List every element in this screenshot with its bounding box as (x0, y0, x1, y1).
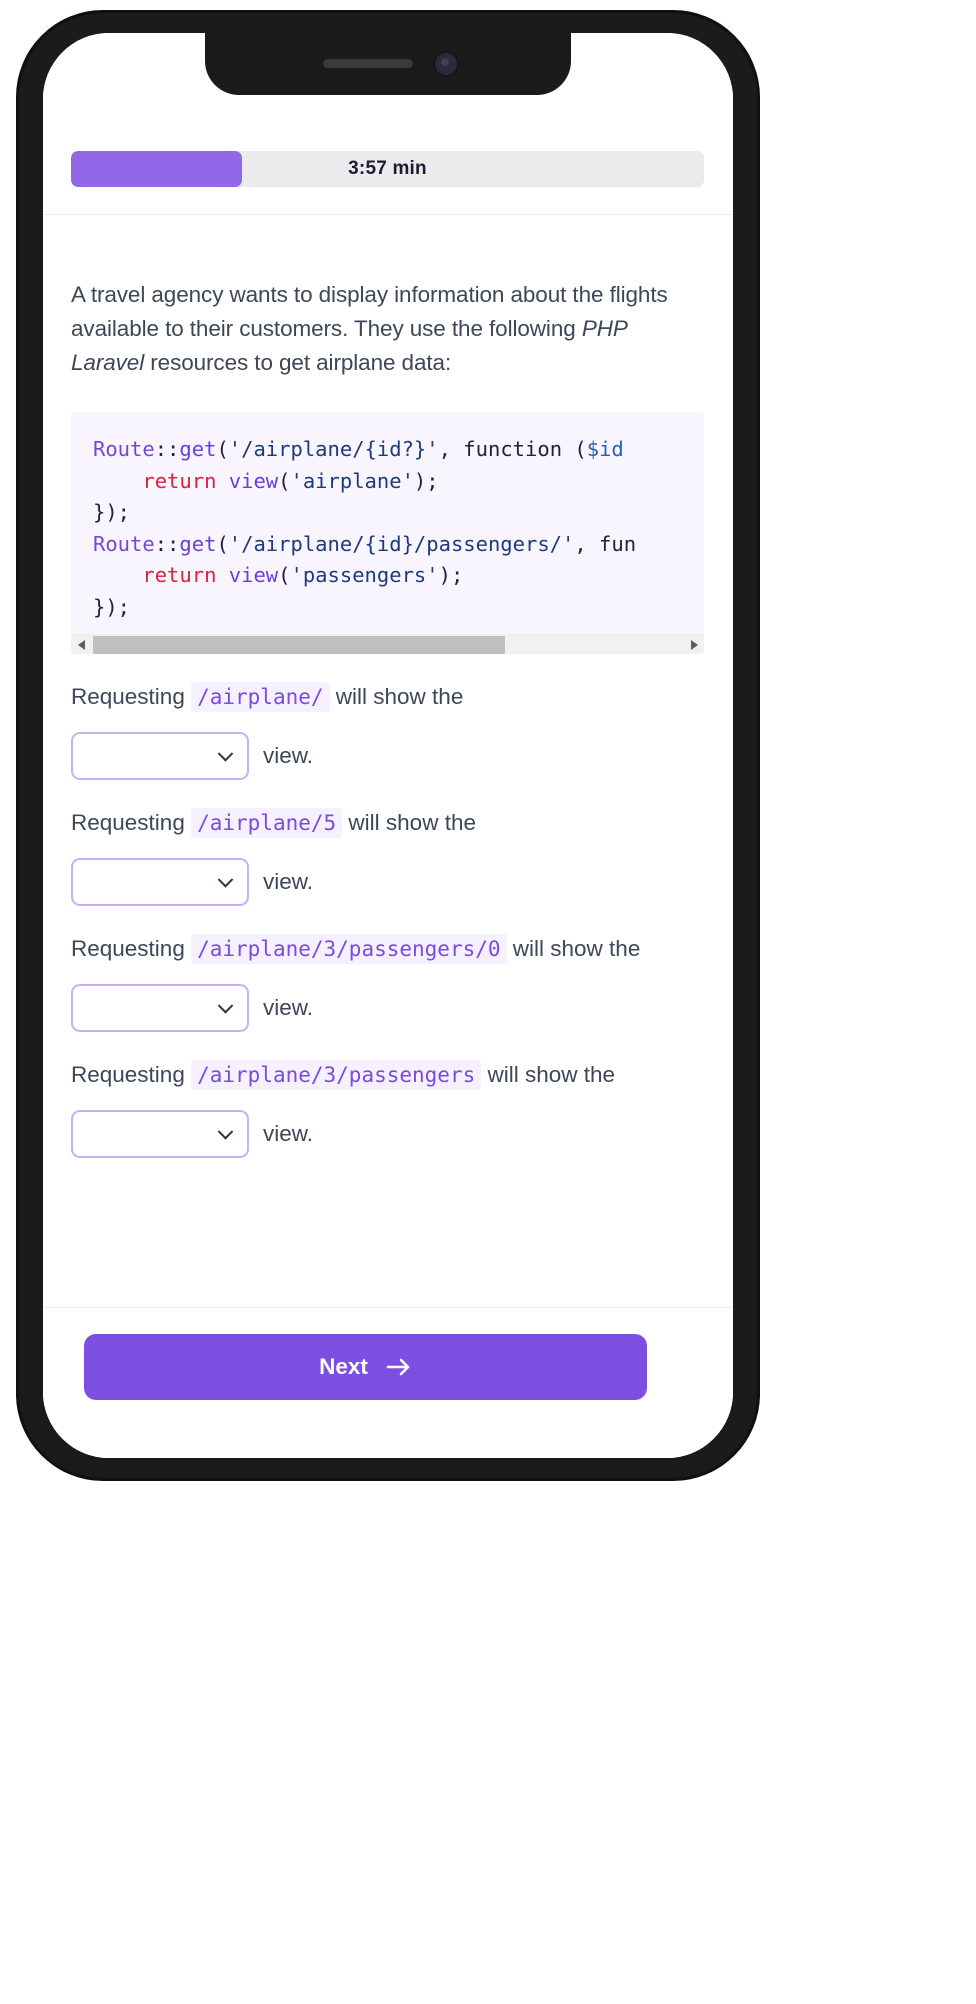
code-token: get (179, 437, 217, 461)
code-token: Route (93, 531, 155, 556)
answer-row-sentence: Requesting /airplane/ will show the (71, 680, 705, 714)
answer-row: Requesting /airplane/3/passengers/0 will… (71, 932, 705, 1032)
next-button[interactable]: Next (84, 1334, 647, 1400)
prompt-text-part1: A travel agency wants to display informa… (71, 282, 668, 341)
chevron-down-icon (217, 746, 234, 762)
view-select-2[interactable] (71, 858, 249, 906)
code-token: ( (278, 563, 291, 587)
speaker-grill-icon (323, 59, 413, 68)
code-token: 'airplane' (290, 468, 414, 493)
code-token: view (228, 563, 279, 587)
code-token: }); (93, 500, 131, 524)
answer-row: Requesting /airplane/ will show the view. (71, 680, 705, 780)
answer-select-line: view. (71, 984, 705, 1032)
answer-suffix-text: view. (263, 1121, 314, 1146)
code-token: 'passengers' (290, 563, 439, 587)
arrow-right-icon (386, 1357, 412, 1377)
phone-notch (205, 33, 571, 95)
code-token: ); (438, 563, 464, 587)
answer-suffix-text: view. (263, 869, 314, 894)
answer-row-sentence: Requesting /airplane/5 will show the (71, 806, 705, 840)
answer-row: Requesting /airplane/5 will show the view… (71, 806, 705, 906)
front-camera-icon (433, 51, 459, 77)
answer-lead-text: Requesting (71, 936, 192, 961)
code-token: '/airplane/{id?}' (228, 437, 439, 461)
view-select-3[interactable] (71, 984, 249, 1032)
answer-lead-text: Requesting (71, 1062, 192, 1087)
question-prompt: A travel agency wants to display informa… (71, 216, 705, 380)
app-screen: 3:57 min A travel agency wants to displa… (43, 33, 733, 1458)
answer-rows: Requesting /airplane/ will show the view.… (71, 680, 705, 1158)
code-text: Route::get('/airplane/{id?}', function (… (93, 434, 704, 623)
code-token: ( (216, 531, 229, 556)
answer-tail-text: will show the (481, 1062, 616, 1087)
answer-suffix-text: view. (263, 995, 314, 1020)
next-button-label: Next (319, 1354, 368, 1379)
route-path-chip: /airplane/3/passengers (191, 1060, 482, 1090)
answer-lead-text: Requesting (71, 810, 192, 835)
answer-select-line: view. (71, 732, 705, 780)
chevron-down-icon (217, 998, 234, 1014)
answer-select-line: view. (71, 1110, 705, 1158)
code-token: fun (599, 531, 637, 556)
route-path-chip: /airplane/3/passengers/0 (191, 934, 507, 964)
quiz-footer: Next (43, 1307, 733, 1458)
code-token: return (142, 563, 217, 587)
code-token: , (574, 531, 600, 556)
chevron-down-icon (217, 872, 234, 888)
chevron-down-icon (217, 1124, 234, 1140)
prompt-text-part2: resources to get airplane data: (144, 350, 452, 375)
quiz-content: A travel agency wants to display informa… (43, 216, 733, 1308)
answer-suffix-text: view. (263, 743, 314, 768)
code-token: ); (413, 468, 439, 493)
answer-tail-text: will show the (506, 936, 641, 961)
code-token: ( (216, 437, 229, 461)
code-token: function (463, 437, 563, 461)
code-token: Route (93, 437, 155, 461)
code-token: ( (562, 437, 587, 461)
phone-device-frame: 3:57 min A travel agency wants to displa… (19, 13, 757, 1478)
scroll-left-arrow-icon[interactable] (73, 635, 89, 654)
scrollbar-thumb[interactable] (93, 636, 505, 654)
view-select-1[interactable] (71, 732, 249, 780)
view-select-4[interactable] (71, 1110, 249, 1158)
route-path-chip: /airplane/ (191, 682, 330, 712)
code-token: '/airplane/{id}/passengers/' (228, 531, 575, 556)
route-path-chip: /airplane/5 (191, 808, 343, 838)
answer-select-line: view. (71, 858, 705, 906)
code-token: ( (278, 468, 291, 493)
code-token: , (438, 437, 464, 461)
answer-row: Requesting /airplane/3/passengers will s… (71, 1058, 705, 1158)
code-horizontal-scrollbar[interactable] (71, 634, 704, 654)
answer-row-sentence: Requesting /airplane/3/passengers will s… (71, 1058, 705, 1092)
timer-progress-bar: 3:57 min (71, 151, 704, 187)
code-snippet-block: Route::get('/airplane/{id?}', function (… (71, 412, 704, 654)
code-token: :: (154, 437, 180, 461)
answer-tail-text: will show the (342, 810, 476, 835)
answer-lead-text: Requesting (71, 684, 192, 709)
code-token: get (179, 531, 217, 556)
answer-row-sentence: Requesting /airplane/3/passengers/0 will… (71, 932, 705, 966)
code-token: return (142, 468, 217, 493)
code-token: }); (93, 594, 131, 619)
code-token: $id (586, 437, 624, 461)
answer-tail-text: will show the (329, 684, 464, 709)
code-scroll-viewport[interactable]: Route::get('/airplane/{id?}', function (… (71, 412, 704, 634)
code-token: :: (154, 531, 180, 556)
scroll-right-arrow-icon[interactable] (686, 635, 702, 654)
code-token: view (228, 468, 279, 493)
timer-label: 3:57 min (348, 158, 427, 179)
phone-screen-bezel: 3:57 min A travel agency wants to displa… (43, 33, 733, 1458)
